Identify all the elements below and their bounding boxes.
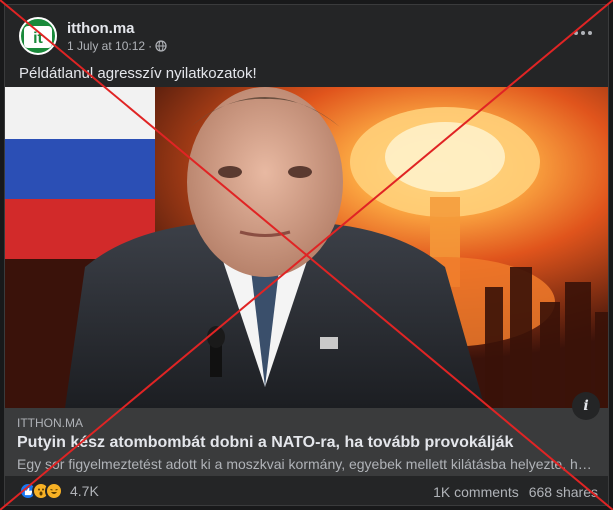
itthon-logo-icon: it <box>24 26 52 48</box>
link-title[interactable]: Putyin kész atombombát dobni a NATO-ra, … <box>17 434 513 452</box>
post-header: it itthon.ma 1 July at 10:12 · <box>19 17 599 61</box>
dot-icon <box>588 31 592 35</box>
engagement-counts: 1K comments 668 shares <box>433 484 598 500</box>
post-footer: 4.7K 1K comments 668 shares <box>5 480 608 506</box>
meta-separator: · <box>148 39 153 53</box>
reactions-summary[interactable]: 4.7K <box>19 482 99 500</box>
globe-icon <box>155 40 167 52</box>
comments-count[interactable]: 1K comments <box>433 484 519 500</box>
page-avatar[interactable]: it <box>19 17 57 55</box>
link-preview[interactable]: i ITTHON.MA Putyin kész atombombát dobni… <box>5 392 608 476</box>
post-image[interactable] <box>5 87 608 408</box>
svg-text:it: it <box>33 30 43 47</box>
post-meta: 1 July at 10:12 · <box>67 39 167 53</box>
post-date[interactable]: 1 July at 10:12 <box>67 39 145 53</box>
more-options-button[interactable] <box>571 23 595 43</box>
post-caption: Példátlanul agresszív nyilatkozatok! <box>19 65 257 82</box>
link-domain: ITTHON.MA <box>17 416 83 430</box>
link-description: Egy sor figyelmeztetést adott ki a moszk… <box>17 456 597 472</box>
post-image-illustration <box>5 87 608 408</box>
flag-graphic <box>5 87 155 259</box>
dot-icon <box>581 31 585 35</box>
reaction-count: 4.7K <box>70 483 99 499</box>
facebook-post: it itthon.ma 1 July at 10:12 · Példátlan… <box>4 4 609 506</box>
haha-icon <box>45 482 63 500</box>
page-name[interactable]: itthon.ma <box>67 20 135 37</box>
dot-icon <box>574 31 578 35</box>
shares-count[interactable]: 668 shares <box>529 484 598 500</box>
info-button[interactable]: i <box>572 392 600 420</box>
